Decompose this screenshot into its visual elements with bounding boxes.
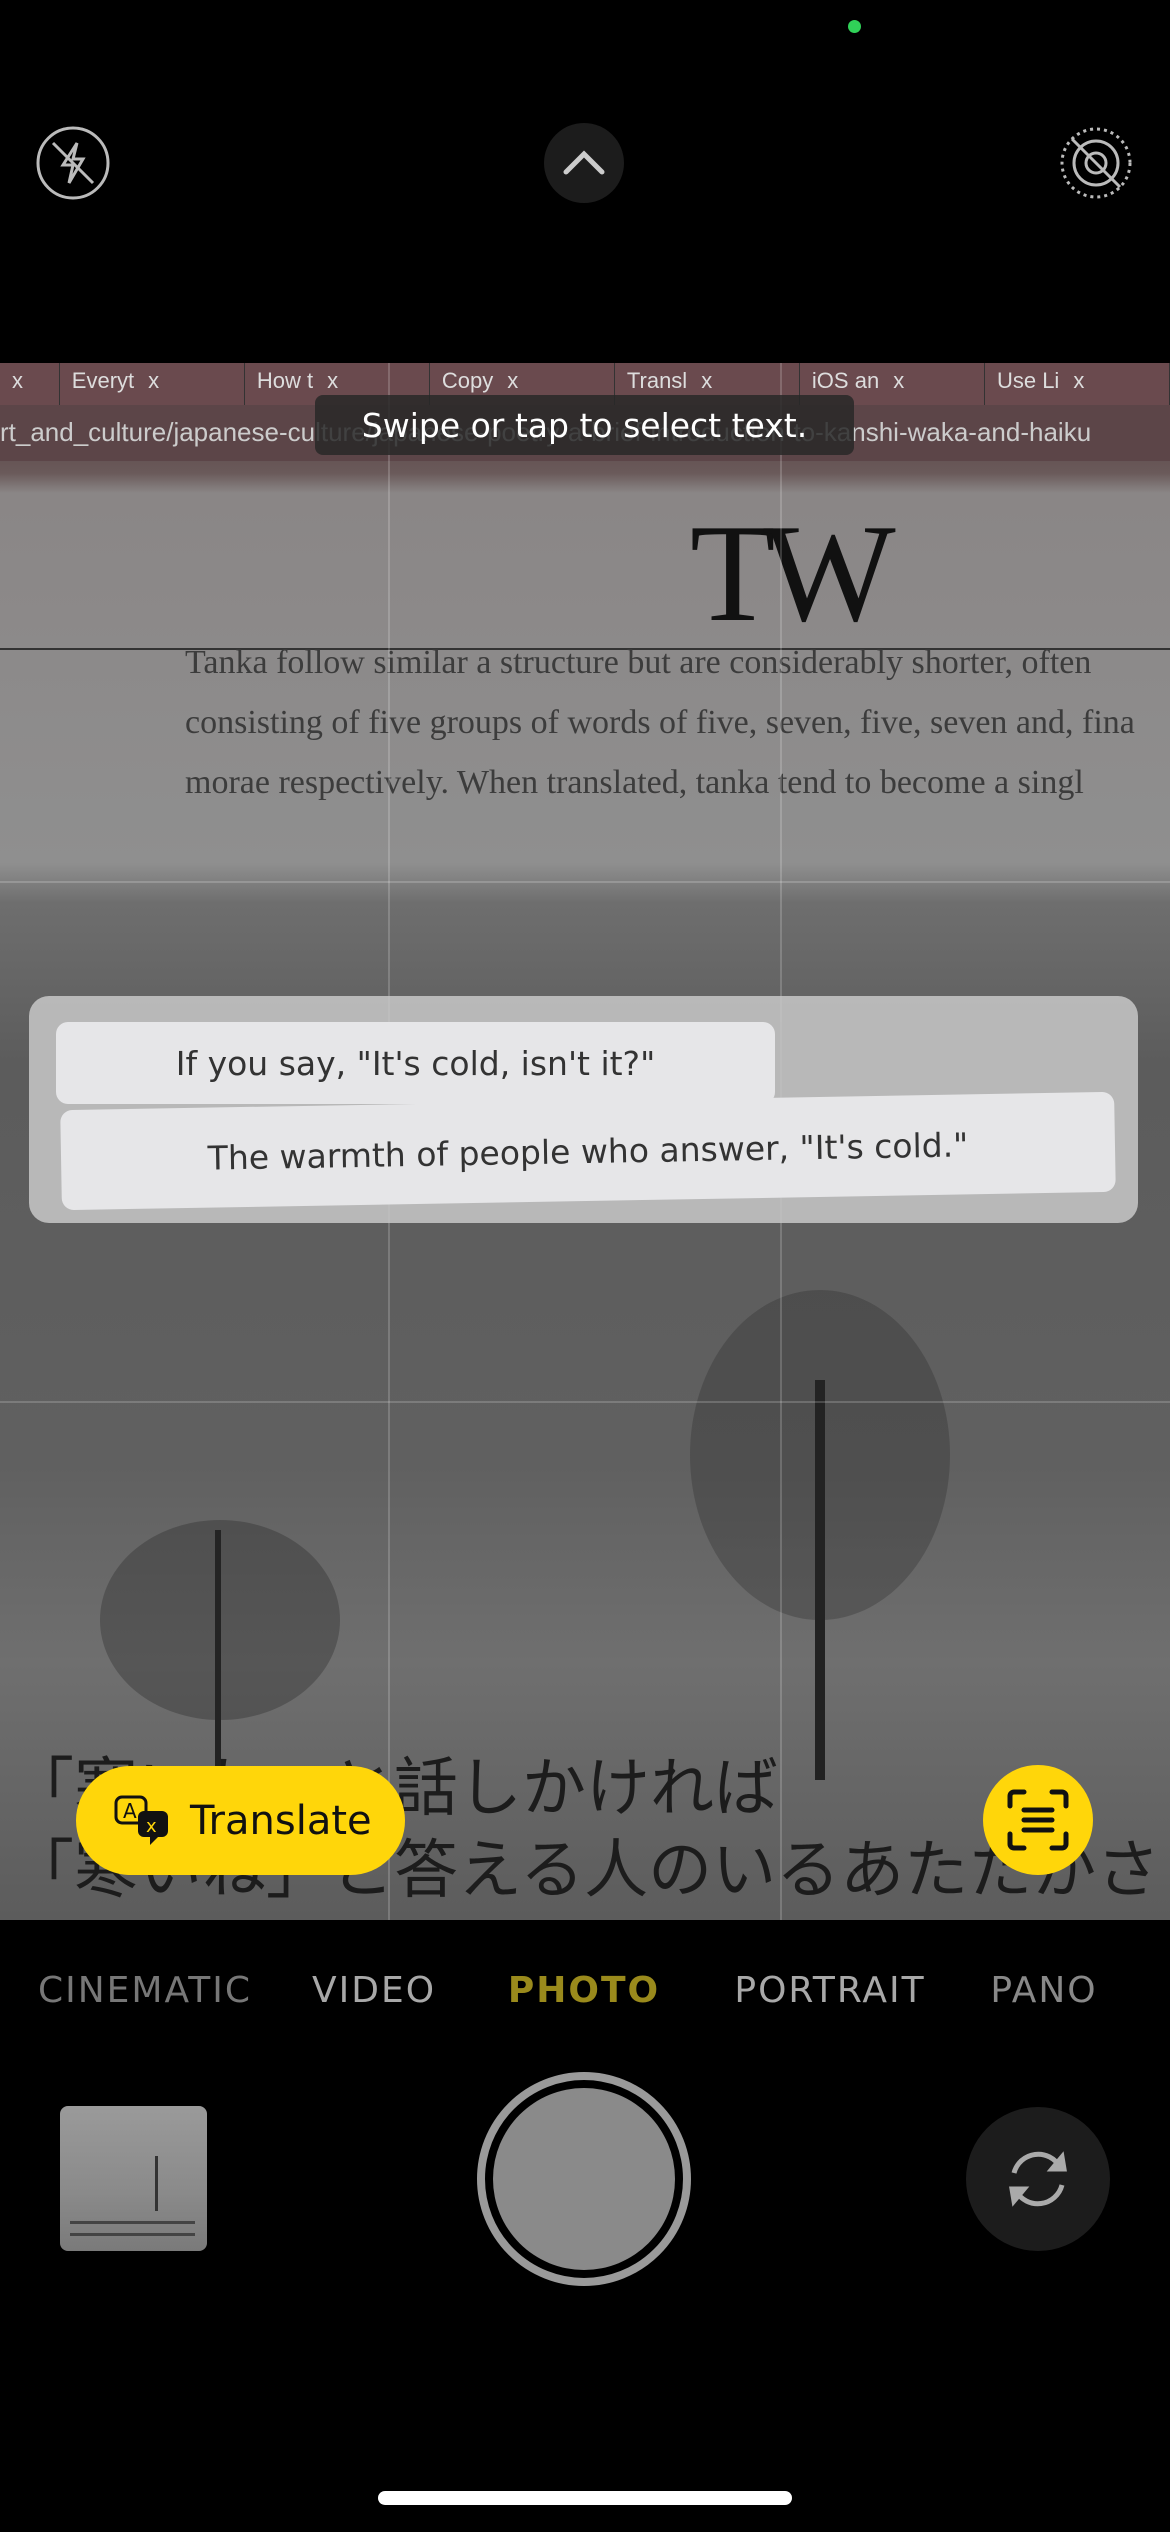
mode-photo[interactable]: PHOTO bbox=[508, 1970, 660, 2011]
shutter-inner bbox=[493, 2088, 675, 2270]
translation-line[interactable]: If you say, "It's cold, isn't it?" bbox=[56, 1022, 775, 1104]
flip-camera-button[interactable] bbox=[966, 2107, 1110, 2251]
flash-button[interactable] bbox=[35, 125, 111, 201]
translate-label: Translate bbox=[190, 1797, 372, 1844]
text-scan-icon bbox=[1007, 1789, 1069, 1851]
tree-crown bbox=[690, 1290, 950, 1620]
svg-text:A: A bbox=[123, 1799, 137, 1823]
chevron-up-icon bbox=[563, 150, 605, 175]
expand-controls-button[interactable] bbox=[544, 123, 624, 203]
tree-crown bbox=[100, 1520, 340, 1720]
camera-flip-icon bbox=[1009, 2151, 1067, 2207]
svg-text:x: x bbox=[146, 1816, 157, 1837]
flash-off-icon bbox=[36, 126, 110, 200]
translation-line[interactable]: The warmth of people who answer, "It's c… bbox=[60, 1091, 1116, 1211]
mode-pano[interactable]: PANO bbox=[990, 1970, 1097, 2011]
mode-portrait[interactable]: PORTRAIT bbox=[734, 1970, 925, 2011]
thumb-text bbox=[70, 2221, 195, 2224]
last-photo-thumbnail[interactable] bbox=[60, 2106, 207, 2251]
thumb-text bbox=[70, 2233, 195, 2236]
translate-icon: Ax bbox=[114, 1795, 168, 1845]
grid-line bbox=[0, 881, 1170, 883]
mode-video[interactable]: VIDEO bbox=[312, 1970, 436, 2011]
translation-overlay[interactable]: If you say, "It's cold, isn't it?" The w… bbox=[29, 996, 1138, 1223]
live-photo-off-icon bbox=[1060, 127, 1132, 199]
select-text-hint: Swipe or tap to select text. bbox=[315, 395, 854, 455]
photographed-article: Tanka follow similar a structure but are… bbox=[185, 644, 1135, 801]
home-indicator[interactable] bbox=[378, 2491, 792, 2505]
photographed-tab: Use Li x bbox=[985, 363, 1170, 405]
thumb-tree bbox=[155, 2156, 158, 2211]
mode-cinematic[interactable]: CINEMATIC bbox=[38, 1970, 252, 2011]
privacy-indicator bbox=[848, 20, 861, 33]
live-text-button[interactable] bbox=[983, 1765, 1093, 1875]
live-photo-button[interactable] bbox=[1058, 125, 1134, 201]
grid-line bbox=[0, 1401, 1170, 1403]
camera-mode-selector[interactable]: CINEMATIC VIDEO PHOTO PORTRAIT PANO bbox=[0, 1970, 1170, 2022]
translate-button[interactable]: Ax Translate bbox=[76, 1766, 405, 1875]
photographed-logo: TW bbox=[690, 496, 896, 651]
photographed-tab: Everyt x bbox=[60, 363, 245, 405]
shutter-button[interactable] bbox=[477, 2072, 691, 2286]
